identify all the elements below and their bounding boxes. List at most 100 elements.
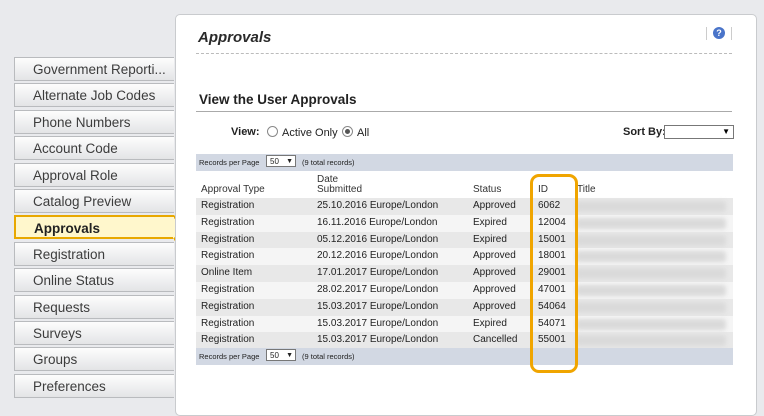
table-row[interactable]: Registration 15.03.2017 Europe/London Canc… — [196, 332, 733, 350]
sidebar-item-label: Government Reporti... — [33, 62, 166, 77]
sidebar-item-government-reporti[interactable]: Government Reporti... — [14, 57, 174, 81]
active-only-label[interactable]: Active Only — [282, 127, 338, 139]
cell-date: 05.12.2016 Europe/London — [317, 233, 439, 245]
view-label: View: — [231, 126, 260, 138]
divider — [731, 27, 732, 40]
table-row[interactable]: Registration 15.03.2017 Europe/London Appr… — [196, 298, 733, 316]
records-per-page-select[interactable]: 50 ▼ — [266, 155, 296, 167]
page-title: Approvals — [198, 29, 272, 46]
sort-by-label: Sort By: — [623, 126, 666, 138]
sidebar-item-label: Groups — [33, 352, 78, 368]
redacted-title — [576, 268, 726, 280]
pager-bottom: Records per Page 50 ▼ (9 total records) — [196, 348, 733, 365]
cell-status: Cancelled — [473, 334, 518, 346]
records-per-page-label: Records per Page — [199, 352, 260, 361]
table-row[interactable]: Registration 05.12.2016 Europe/London Expi… — [196, 231, 733, 249]
sidebar-item-approvals[interactable]: Approvals — [14, 215, 186, 242]
redacted-title — [576, 251, 726, 263]
sidebar-item-label: Surveys — [33, 325, 82, 341]
sidebar-item-label: Requests — [33, 299, 91, 315]
table-row[interactable]: Registration 15.03.2017 Europe/London Expi… — [196, 315, 733, 333]
sidebar-item-online-status[interactable]: Online Status — [14, 268, 174, 293]
cell-status: Expired — [473, 216, 507, 228]
sidebar-item-label: Approvals — [34, 221, 101, 237]
sidebar-item-account-code[interactable]: Account Code — [14, 136, 174, 161]
all-radio[interactable] — [342, 126, 353, 137]
column-header-date-submitted[interactable]: Date Submitted — [317, 175, 362, 195]
sidebar-item-phone-numbers[interactable]: Phone Numbers — [14, 109, 174, 134]
records-per-page-label: Records per Page — [199, 158, 260, 167]
section-title: View the User Approvals — [199, 92, 357, 107]
sidebar-item-approval-role[interactable]: Approval Role — [14, 162, 174, 187]
sidebar-item-surveys[interactable]: Surveys — [14, 320, 174, 345]
chevron-down-icon: ▼ — [722, 127, 730, 136]
divider — [196, 53, 732, 54]
sidebar-item-label: Online Status — [33, 273, 115, 289]
cell-type: Registration — [201, 250, 255, 262]
cell-status: Approved — [473, 267, 516, 279]
table-row[interactable]: Registration 25.10.2016 Europe/London Appr… — [196, 198, 733, 215]
sidebar: Government Reporti... Alternate Job Codes… — [14, 57, 186, 400]
cell-date: 16.11.2016 Europe/London — [317, 216, 438, 228]
sidebar-item-label: Account Code — [33, 141, 118, 157]
cell-status: Expired — [473, 317, 507, 329]
sidebar-item-requests[interactable]: Requests — [14, 294, 174, 319]
cell-type: Registration — [201, 300, 255, 312]
sidebar-item-groups[interactable]: Groups — [14, 347, 174, 372]
table-row[interactable]: Registration 20.12.2016 Europe/London Appr… — [196, 248, 733, 266]
sidebar-item-label: Catalog Preview — [33, 193, 132, 209]
column-header-title[interactable]: Title — [577, 184, 596, 195]
redacted-title — [576, 234, 726, 246]
records-per-page-value: 50 — [270, 351, 279, 360]
cell-type: Registration — [201, 334, 255, 346]
records-per-page-value: 50 — [270, 157, 279, 166]
cell-status: Approved — [473, 300, 516, 312]
redacted-title — [576, 201, 726, 212]
table-row[interactable]: Online Item 17.01.2017 Europe/London Appro… — [196, 265, 733, 282]
chevron-down-icon: ▼ — [286, 352, 293, 359]
cell-type: Registration — [201, 233, 255, 245]
cell-type: Registration — [201, 317, 255, 329]
sidebar-item-label: Preferences — [33, 378, 106, 394]
id-column-highlight — [530, 174, 578, 373]
cell-date: 25.10.2016 Europe/London — [317, 200, 439, 211]
cell-type: Registration — [201, 200, 255, 211]
sort-by-select[interactable]: ▼ — [664, 125, 734, 139]
chevron-down-icon: ▼ — [286, 158, 293, 165]
column-header-approval-type[interactable]: Approval Type — [201, 184, 265, 195]
sidebar-item-catalog-preview[interactable]: Catalog Preview — [14, 188, 174, 213]
cell-date: 15.03.2017 Europe/London — [317, 300, 439, 312]
cell-type: Online Item — [201, 267, 253, 279]
date-header-line2: Submitted — [317, 184, 363, 195]
cell-date: 17.01.2017 Europe/London — [317, 267, 439, 279]
cell-date: 15.03.2017 Europe/London — [317, 317, 439, 329]
redacted-title — [576, 217, 726, 229]
cell-date: 28.02.2017 Europe/London — [317, 283, 439, 295]
divider — [196, 111, 732, 112]
sidebar-item-label: Alternate Job Codes — [33, 88, 156, 104]
cell-status: Approved — [473, 200, 516, 211]
sidebar-item-preferences[interactable]: Preferences — [14, 373, 174, 398]
all-label[interactable]: All — [357, 127, 369, 139]
sidebar-item-label: Approval Role — [33, 167, 118, 183]
active-only-radio[interactable] — [267, 126, 278, 137]
table-body: Registration 25.10.2016 Europe/London Appr… — [196, 198, 733, 350]
column-header-status[interactable]: Status — [473, 184, 501, 195]
sidebar-item-alternate-job-codes[interactable]: Alternate Job Codes — [14, 83, 174, 108]
cell-status: Approved — [473, 250, 516, 262]
help-icon[interactable]: ? — [713, 27, 725, 39]
table-row[interactable]: Registration 28.02.2017 Europe/London Appr… — [196, 281, 733, 299]
records-per-page-select[interactable]: 50 ▼ — [266, 349, 296, 361]
total-records: (9 total records) — [302, 352, 355, 361]
divider — [706, 27, 707, 40]
redacted-title — [576, 318, 726, 330]
cell-status: Approved — [473, 283, 516, 295]
redacted-title — [576, 335, 726, 347]
cell-date: 20.12.2016 Europe/London — [317, 250, 439, 262]
sidebar-item-registration[interactable]: Registration — [14, 241, 174, 266]
cell-type: Registration — [201, 216, 255, 228]
redacted-title — [576, 284, 726, 296]
table-row[interactable]: Registration 16.11.2016 Europe/London Expi… — [196, 214, 733, 232]
cell-type: Registration — [201, 283, 255, 295]
pager-top: Records per Page 50 ▼ (9 total records) — [196, 154, 733, 171]
